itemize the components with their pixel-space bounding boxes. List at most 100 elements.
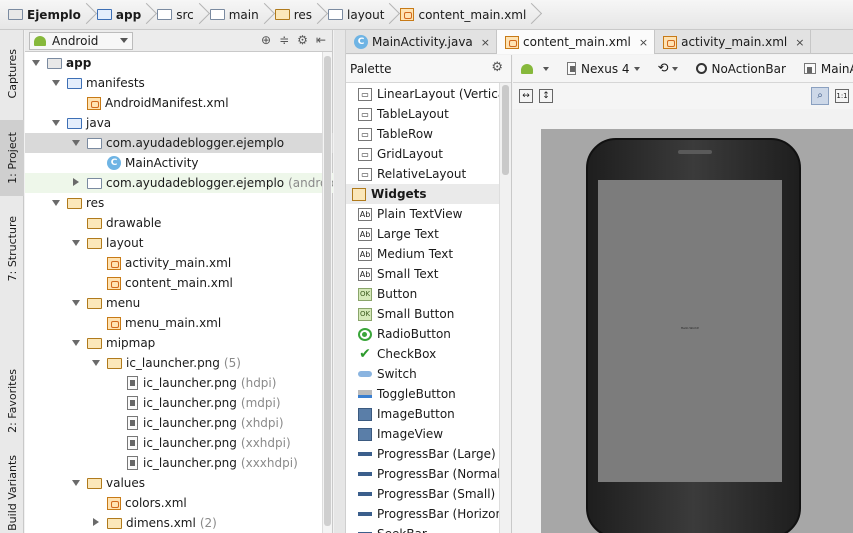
breadcrumb-item-ejemplo[interactable]: Ejemplo xyxy=(4,0,87,30)
breadcrumb-item-layout[interactable]: layout xyxy=(324,0,390,30)
palette-item[interactable]: ProgressBar (Normal) xyxy=(346,464,500,484)
expanded-arrow-icon[interactable] xyxy=(51,118,61,128)
activity-selector[interactable]: MainActivity xyxy=(800,59,853,79)
tab-mainactivity-java[interactable]: C MainActivity.java × xyxy=(346,30,497,54)
tab-favorites[interactable]: 2: Favorites xyxy=(0,356,24,446)
expanded-arrow-icon[interactable] xyxy=(51,78,61,88)
tree-item[interactable]: activity_main.xml xyxy=(25,253,333,273)
expanded-arrow-icon[interactable] xyxy=(31,58,41,68)
collapse-icon[interactable]: ≑ xyxy=(279,33,289,47)
palette-item[interactable]: ▭ TableLayout xyxy=(346,104,500,124)
palette-scrollbar[interactable] xyxy=(499,83,511,533)
tree-item[interactable]: C MainActivity xyxy=(25,153,333,173)
breadcrumb-item-src[interactable]: src xyxy=(153,0,200,30)
close-icon[interactable]: × xyxy=(639,36,648,49)
tree-item[interactable]: mipmap xyxy=(25,333,333,353)
palette-item-label: Small Button xyxy=(377,307,455,321)
tab-build-variants[interactable]: Build Variants xyxy=(0,454,24,532)
breadcrumb-item-res[interactable]: res xyxy=(271,0,318,30)
palette-item[interactable]: ▭ TableRow xyxy=(346,124,500,144)
palette-item[interactable]: ImageView xyxy=(346,424,500,444)
tab-content-main-xml[interactable]: content_main.xml × xyxy=(497,30,656,54)
hide-icon[interactable]: ⇤ xyxy=(316,33,326,47)
theme-selector[interactable]: NoActionBar xyxy=(692,59,789,79)
palette-item[interactable]: SeekBar xyxy=(346,524,500,533)
project-view-selector[interactable]: Android xyxy=(29,31,133,50)
sync-icon[interactable]: ⊕ xyxy=(261,33,271,47)
breadcrumb-item-app[interactable]: app xyxy=(93,0,147,30)
expanded-arrow-icon[interactable] xyxy=(71,298,81,308)
palette-item[interactable]: ProgressBar (Horizontal) xyxy=(346,504,500,524)
palette-item[interactable]: RadioButton xyxy=(346,324,500,344)
tree-item[interactable]: app xyxy=(25,53,333,73)
palette-group[interactable]: Widgets xyxy=(346,184,500,204)
tree-item[interactable]: ic_launcher.png (hdpi) xyxy=(25,373,333,393)
tree-item[interactable]: values xyxy=(25,473,333,493)
tree-item[interactable]: ic_launcher.png (xxhdpi) xyxy=(25,433,333,453)
palette-item[interactable]: Ab Plain TextView xyxy=(346,204,500,224)
zoom-actual-icon[interactable]: 1:1 xyxy=(835,89,849,103)
gear-icon[interactable]: ⚙ xyxy=(491,60,503,75)
designer-toolbar: Nexus 4 ⟲ NoActionBar MainActivity xyxy=(513,55,853,83)
palette-item[interactable]: OK Small Button xyxy=(346,304,500,324)
expanded-arrow-icon[interactable] xyxy=(71,338,81,348)
tree-item[interactable]: menu_main.xml xyxy=(25,313,333,333)
breadcrumb-item-content-main[interactable]: content_main.xml xyxy=(396,0,532,30)
tree-item[interactable]: menu xyxy=(25,293,333,313)
fit-width-icon[interactable]: ↔ xyxy=(519,89,533,103)
layout-icon: ▭ xyxy=(358,107,372,121)
device-screen[interactable]: Hello World! xyxy=(598,180,782,482)
tree-item[interactable]: AndroidManifest.xml xyxy=(25,93,333,113)
tree-item[interactable]: dimens.xml (2) xyxy=(25,513,333,533)
tree-item[interactable]: ic_launcher.png (mdpi) xyxy=(25,393,333,413)
palette-item[interactable]: ▭ RelativeLayout xyxy=(346,164,500,184)
zoom-fit-icon[interactable]: ⌕ xyxy=(811,87,829,105)
tab-project[interactable]: 1: Project xyxy=(0,120,24,196)
tree-item[interactable]: colors.xml xyxy=(25,493,333,513)
orientation-button[interactable]: ⟲ xyxy=(654,59,683,79)
palette-item[interactable]: ImageButton xyxy=(346,404,500,424)
tree-item[interactable]: ic_launcher.png (5) xyxy=(25,353,333,373)
tree-item[interactable]: ic_launcher.png (xxxhdpi) xyxy=(25,453,333,473)
tree-item[interactable]: com.ayudadeblogger.ejemplo(androidTest) xyxy=(25,173,333,193)
collapsed-arrow-icon[interactable] xyxy=(91,518,101,528)
expanded-arrow-icon[interactable] xyxy=(91,358,101,368)
expanded-arrow-icon[interactable] xyxy=(51,198,61,208)
gear-icon[interactable]: ⚙ xyxy=(297,33,308,47)
close-icon[interactable]: × xyxy=(481,36,490,49)
expanded-arrow-icon[interactable] xyxy=(71,138,81,148)
expanded-arrow-icon[interactable] xyxy=(71,478,81,488)
palette-item[interactable]: Ab Small Text xyxy=(346,264,500,284)
design-canvas[interactable]: Hello World! xyxy=(541,129,853,533)
palette-item[interactable]: ▭ LinearLayout (Vertical) xyxy=(346,84,500,104)
palette-item[interactable]: Ab Large Text xyxy=(346,224,500,244)
expanded-arrow-icon[interactable] xyxy=(71,238,81,248)
palette-item[interactable]: ProgressBar (Small) xyxy=(346,484,500,504)
close-icon[interactable]: × xyxy=(795,36,804,49)
palette-item[interactable]: ✔ CheckBox xyxy=(346,344,500,364)
collapsed-arrow-icon[interactable] xyxy=(71,178,81,188)
tab-structure[interactable]: 7: Structure xyxy=(0,202,24,296)
tree-item[interactable]: layout xyxy=(25,233,333,253)
tab-captures[interactable]: Captures xyxy=(0,34,24,114)
palette-item[interactable]: ProgressBar (Large) xyxy=(346,444,500,464)
palette-item[interactable]: Ab Medium Text xyxy=(346,244,500,264)
tree-item[interactable]: manifests xyxy=(25,73,333,93)
tree-scrollbar[interactable] xyxy=(322,52,332,533)
palette-item[interactable]: OK Button xyxy=(346,284,500,304)
breadcrumb-item-main[interactable]: main xyxy=(206,0,265,30)
tab-activity-main-xml[interactable]: activity_main.xml × xyxy=(655,30,812,54)
tree-item[interactable]: drawable xyxy=(25,213,333,233)
tree-item[interactable]: com.ayudadeblogger.ejemplo xyxy=(25,133,333,153)
tree-item[interactable]: java xyxy=(25,113,333,133)
device-selector[interactable]: Nexus 4 xyxy=(563,59,644,79)
tree-item[interactable]: content_main.xml xyxy=(25,273,333,293)
tree-item[interactable]: ic_launcher.png (xhdpi) xyxy=(25,413,333,433)
hello-world-textview[interactable]: Hello World! xyxy=(598,326,782,330)
palette-item[interactable]: ToggleButton xyxy=(346,384,500,404)
render-options-button[interactable] xyxy=(517,59,553,79)
palette-item[interactable]: Switch xyxy=(346,364,500,384)
fit-height-icon[interactable]: ↕ xyxy=(539,89,553,103)
palette-item[interactable]: ▭ GridLayout xyxy=(346,144,500,164)
tree-item[interactable]: res xyxy=(25,193,333,213)
